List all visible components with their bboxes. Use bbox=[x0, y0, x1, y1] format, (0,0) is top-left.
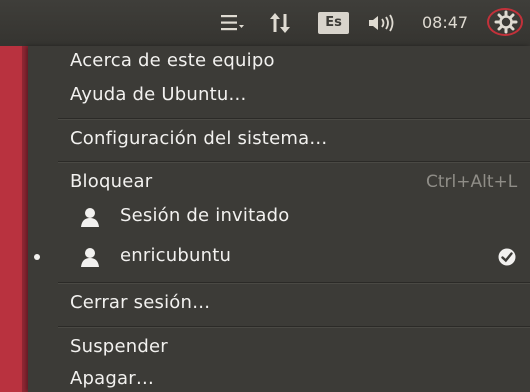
menu-item-suspend[interactable]: Suspender bbox=[70, 336, 168, 357]
menu-item-about[interactable]: Acerca de este equipo bbox=[70, 50, 275, 71]
keyboard-language-indicator[interactable]: Es bbox=[318, 12, 349, 34]
active-session-bullet bbox=[34, 254, 40, 260]
menu-separator bbox=[58, 161, 530, 163]
menu-item-current-user[interactable]: enricubuntu bbox=[120, 245, 231, 266]
lock-shortcut: Ctrl+Alt+L bbox=[426, 172, 518, 192]
gear-icon[interactable] bbox=[494, 10, 518, 34]
menu-item-logout[interactable]: Cerrar sesión… bbox=[70, 292, 210, 313]
top-panel: Es 08:47 bbox=[0, 0, 530, 46]
menu-separator bbox=[58, 282, 530, 284]
user-icon bbox=[80, 207, 100, 231]
menu-separator bbox=[58, 326, 530, 328]
launcher-edge bbox=[0, 46, 28, 392]
menu-item-system-settings[interactable]: Configuración del sistema… bbox=[70, 128, 328, 149]
volume-icon[interactable] bbox=[367, 13, 401, 33]
menu-item-guest-session[interactable]: Sesión de invitado bbox=[120, 205, 289, 226]
session-menu: Acerca de este equipo Ayuda de Ubuntu… C… bbox=[28, 46, 530, 392]
menu-item-help[interactable]: Ayuda de Ubuntu… bbox=[70, 84, 247, 105]
checkmark-icon bbox=[498, 248, 516, 270]
menu-item-shutdown[interactable]: Apagar… bbox=[70, 368, 154, 389]
menu-item-lock[interactable]: Bloquear bbox=[70, 171, 152, 192]
user-icon bbox=[80, 247, 100, 271]
network-transfer-icon[interactable] bbox=[268, 12, 292, 34]
clock[interactable]: 08:47 bbox=[422, 13, 468, 32]
menu-dropdown-icon[interactable] bbox=[221, 14, 245, 32]
menu-separator bbox=[58, 118, 530, 120]
